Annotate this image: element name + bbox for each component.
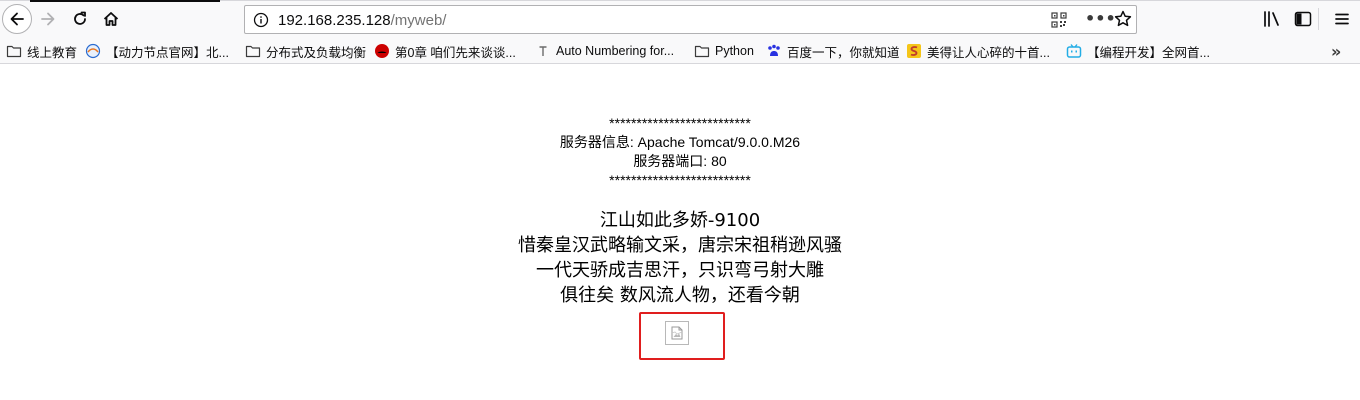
- bookmark-label: 【动力节点官网】北...: [106, 45, 229, 60]
- url-path: /myweb/: [390, 12, 447, 29]
- bookmark-label: 分布式及负载均衡: [266, 45, 367, 60]
- server-info-block: ************************** 服务器信息: Apache…: [0, 114, 1360, 190]
- home-button[interactable]: [97, 5, 125, 33]
- folder-icon: [6, 45, 22, 58]
- bookmark-star-icon[interactable]: [1113, 9, 1133, 29]
- stars-divider-bottom: **************************: [609, 172, 751, 188]
- poem-block: 江山如此多娇-9100 惜秦皇汉武略输文采，唐宗宋祖稍逊风骚 一代天骄成吉思汗，…: [0, 208, 1360, 308]
- bookmark-item[interactable]: Auto Numbering for...: [535, 42, 674, 60]
- reload-button[interactable]: [66, 5, 94, 33]
- broken-image: [665, 321, 689, 345]
- bookmark-label: Python: [715, 44, 754, 58]
- baidu-favicon-icon: [768, 44, 780, 56]
- bookmark-label: 第0章 咱们先来谈谈...: [395, 45, 516, 60]
- home-icon: [103, 12, 119, 26]
- poem-line: 一代天骄成吉思汗，只识弯弓射大雕: [536, 260, 824, 281]
- poem-title: 江山如此多娇-9100: [599, 210, 761, 231]
- bookmark-label: 百度一下，你就知道: [787, 45, 900, 60]
- bookmark-item[interactable]: 第0章 咱们先来谈谈...: [374, 42, 516, 60]
- browser-toolbar: 192.168.235.128/myweb/ •••: [0, 0, 1360, 38]
- folder-icon: [245, 45, 261, 58]
- bookmark-item[interactable]: 百度一下，你就知道: [766, 42, 900, 60]
- stars-divider-top: **************************: [609, 115, 751, 131]
- poem-line: 惜秦皇汉武略输文采，唐宗宋祖稍逊风骚: [518, 235, 842, 256]
- library-icon[interactable]: [1263, 10, 1281, 28]
- hamburger-menu-icon[interactable]: [1333, 10, 1351, 28]
- qr-code-icon[interactable]: [1051, 12, 1067, 28]
- server-port-text: 服务器端口: 80: [633, 153, 727, 169]
- redhat-favicon-icon: [375, 44, 389, 58]
- arrow-left-icon: [10, 12, 24, 26]
- folder-icon: [694, 45, 710, 58]
- bookmark-label: 【编程开发】全网首...: [1087, 45, 1210, 60]
- page-actions-button[interactable]: •••: [1085, 9, 1116, 29]
- sidebar-icon[interactable]: [1294, 10, 1312, 28]
- site-favicon-icon: [907, 44, 921, 58]
- site-favicon-icon: [539, 46, 547, 56]
- active-tab-indicator: [30, 0, 220, 2]
- site-favicon-icon: [85, 43, 101, 59]
- bookmark-label: 线上教育: [27, 45, 78, 60]
- poem-line: 俱往矣 数风流人物，还看今朝: [560, 285, 800, 306]
- bookmark-item[interactable]: 线上教育: [6, 42, 77, 60]
- page-content: ************************** 服务器信息: Apache…: [0, 65, 1360, 400]
- forward-button[interactable]: [34, 5, 62, 33]
- bookmark-label: 美得让人心碎的十首...: [927, 45, 1050, 60]
- bookmark-item[interactable]: Python: [694, 42, 754, 60]
- reload-icon: [74, 11, 86, 25]
- server-info-text: 服务器信息: Apache Tomcat/9.0.0.M26: [559, 134, 801, 150]
- address-bar[interactable]: 192.168.235.128/myweb/ •••: [244, 5, 1137, 34]
- bilibili-favicon-icon: [1066, 44, 1082, 58]
- broken-image-icon: [671, 326, 683, 340]
- bookmark-label: Auto Numbering for...: [556, 44, 675, 58]
- bookmark-item[interactable]: 【动力节点官网】北...: [85, 42, 229, 60]
- bookmark-item[interactable]: 【编程开发】全网首...: [1066, 42, 1210, 60]
- back-button[interactable]: [2, 4, 32, 34]
- bookmark-item[interactable]: 分布式及负载均衡: [245, 42, 366, 60]
- info-icon[interactable]: [253, 12, 269, 28]
- url-text[interactable]: 192.168.235.128/myweb/: [278, 12, 446, 29]
- url-host: 192.168.235.128: [278, 12, 391, 29]
- toolbar-separator: [1318, 8, 1319, 30]
- bookmarks-overflow-button[interactable]: »: [1331, 42, 1341, 61]
- bookmark-item[interactable]: 美得让人心碎的十首...: [906, 42, 1050, 60]
- arrow-right-icon: [41, 12, 55, 26]
- bookmarks-toolbar: 线上教育 【动力节点官网】北... 分布式及负载均衡 第0章 咱们先来谈谈...…: [0, 38, 1360, 64]
